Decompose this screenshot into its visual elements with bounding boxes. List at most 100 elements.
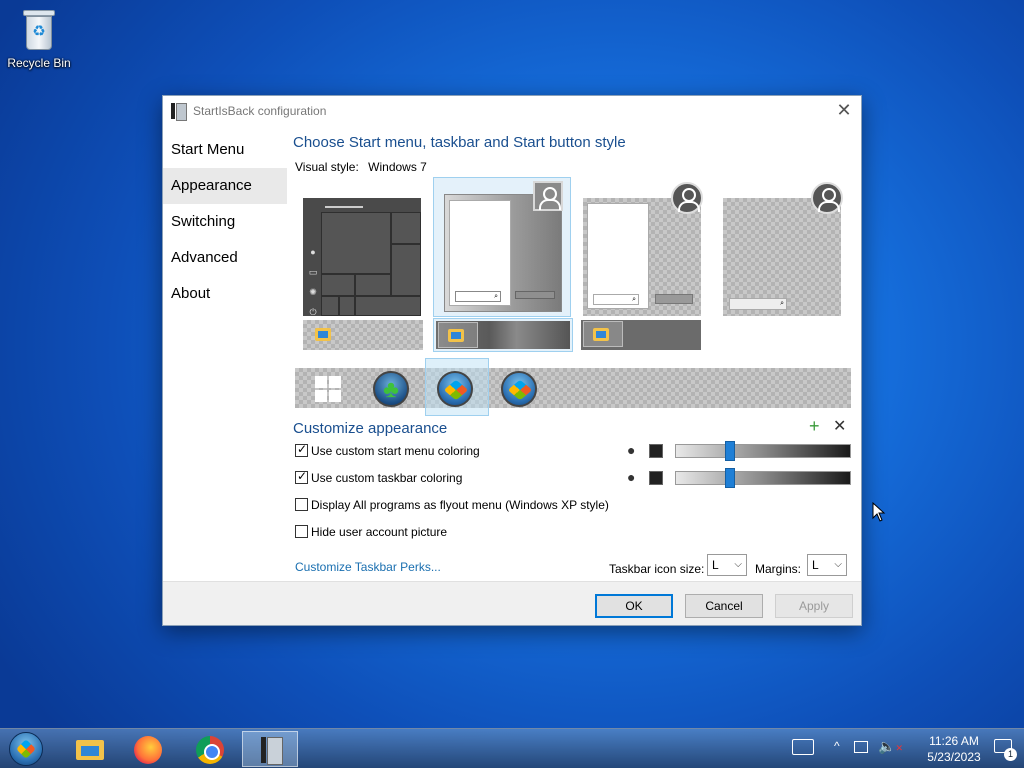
startisback-config-dialog: StartIsBack configuration ✕ Start Menu A…	[162, 95, 862, 626]
sidebar-item-switching[interactable]: Switching	[163, 204, 287, 240]
close-button[interactable]: ✕	[827, 96, 861, 126]
menu-style-plain[interactable]: ⌕	[713, 182, 851, 318]
add-icon[interactable]: +	[809, 416, 820, 437]
visual-style-row: Visual style: Windows 7	[295, 160, 427, 174]
option-hide-user-picture[interactable]: Hide user account picture	[295, 525, 447, 541]
sidebar: Start Menu Appearance Switching Advanced…	[163, 132, 287, 312]
action-center-news-icon[interactable]	[792, 739, 814, 755]
menu-style-windows-7-classic[interactable]: ⌕	[573, 182, 711, 318]
taskbar-style-2[interactable]	[433, 318, 573, 352]
menu-side-icons: ● ▭ ✺ ⏻	[307, 242, 319, 322]
sidebar-item-appearance[interactable]: Appearance	[163, 168, 287, 204]
option-custom-taskbar-coloring[interactable]: Use custom taskbar coloring	[295, 469, 462, 487]
search-icon: ⌕	[729, 298, 787, 310]
checkbox[interactable]	[295, 525, 308, 538]
start-button-windows-7[interactable]	[437, 371, 473, 407]
menu-style-windows-10[interactable]: ● ▭ ✺ ⏻	[293, 182, 431, 318]
user-picture-icon	[533, 181, 563, 211]
taskbar-style-3[interactable]	[581, 320, 701, 350]
chevron-down-icon: ⌵	[834, 559, 842, 570]
show-hidden-icons-chevron-up-icon[interactable]: ^	[834, 739, 840, 753]
window-title: StartIsBack configuration	[193, 104, 327, 118]
folder-icon	[448, 329, 464, 342]
sidebar-item-start-menu[interactable]: Start Menu	[163, 132, 287, 168]
windows-10-menu-preview: ● ▭ ✺ ⏻	[303, 198, 421, 317]
volume-muted-icon[interactable]: 🔈✕	[878, 738, 903, 755]
margins-select[interactable]: L ⌵	[807, 554, 847, 576]
apply-button[interactable]: Apply	[775, 594, 853, 618]
customize-heading: Customize appearance	[293, 420, 448, 437]
clock-time: 11:26 AM	[929, 734, 979, 748]
recycle-bin-icon: ♻	[19, 8, 59, 52]
search-icon: ⌕	[593, 294, 639, 305]
title-bar[interactable]: StartIsBack configuration ✕	[163, 96, 861, 126]
start-button-clover[interactable]	[373, 371, 409, 407]
taskbar: ^ 🔈✕ 11:26 AM 5/23/2023 1	[0, 728, 1024, 768]
clock[interactable]: 11:26 AM 5/23/2023	[926, 733, 982, 765]
start-button[interactable]	[6, 730, 46, 768]
color-drop-icon[interactable]: ●	[627, 469, 635, 485]
taskbar-opacity-slider[interactable]	[675, 468, 851, 488]
folder-icon	[593, 328, 609, 341]
checkbox[interactable]	[295, 442, 308, 457]
sidebar-item-advanced[interactable]: Advanced	[163, 240, 287, 276]
start-button-windows-7-alt[interactable]	[501, 371, 537, 407]
network-icon[interactable]	[854, 741, 868, 753]
user-icon: ●	[310, 247, 316, 257]
windows-orb-icon	[9, 732, 43, 766]
file-explorer-icon	[76, 740, 104, 760]
taskbar-style-1[interactable]	[303, 320, 423, 350]
cancel-button[interactable]: Cancel	[685, 594, 763, 618]
notifications-icon[interactable]: 1	[992, 737, 1017, 761]
sidebar-item-about[interactable]: About	[163, 276, 287, 312]
checkbox[interactable]	[295, 498, 308, 511]
taskbar-app-file-explorer[interactable]	[60, 731, 116, 767]
chrome-icon	[196, 736, 224, 764]
taskbar-app-firefox[interactable]	[120, 731, 176, 767]
option-flyout-all-programs[interactable]: Display All programs as flyout menu (Win…	[295, 498, 609, 514]
notification-count: 1	[1004, 748, 1017, 761]
remove-icon[interactable]: ✕	[833, 416, 846, 436]
search-icon: ⌕	[455, 291, 501, 302]
folder-icon	[315, 328, 331, 341]
dialog-footer: OK Cancel Apply	[163, 581, 861, 625]
start-menu-opacity-slider[interactable]	[675, 441, 851, 461]
system-tray: ^ 🔈✕ 11:26 AM 5/23/2023 1	[784, 729, 1024, 768]
windows-7-menu-preview: ⌕	[444, 181, 563, 312]
firefox-icon	[134, 736, 162, 764]
folder-icon: ▭	[308, 267, 318, 277]
option-custom-start-menu-coloring[interactable]: Use custom start menu coloring	[295, 442, 480, 460]
startisback-icon	[261, 737, 283, 765]
checkbox[interactable]	[295, 469, 308, 484]
taskbar-icon-size-label: Taskbar icon size:	[609, 562, 705, 576]
color-swatch[interactable]	[649, 471, 663, 485]
desktop-icon-label: Recycle Bin	[7, 56, 71, 70]
plain-menu-preview: ⌕	[723, 182, 843, 316]
gear-icon: ✺	[309, 287, 317, 297]
customize-taskbar-perks-link[interactable]: Customize Taskbar Perks...	[295, 560, 441, 574]
menu-style-windows-7[interactable]: ⌕	[433, 177, 571, 317]
margins-label: Margins:	[755, 562, 802, 576]
visual-style-label: Visual style:	[295, 160, 359, 174]
clock-date: 5/23/2023	[927, 750, 981, 764]
taskbar-app-startisback[interactable]	[242, 731, 298, 767]
start-button-picker	[295, 358, 851, 416]
color-drop-icon[interactable]: ●	[627, 442, 635, 458]
slider-thumb[interactable]	[725, 441, 735, 461]
startisback-app-icon	[171, 103, 187, 121]
taskbar-style-picker	[293, 318, 853, 354]
taskbar-app-chrome[interactable]	[182, 731, 238, 767]
user-picture-icon	[811, 182, 843, 214]
desktop-icon-recycle-bin[interactable]: ♻ Recycle Bin	[6, 8, 72, 70]
visual-style-value: Windows 7	[368, 160, 427, 174]
style-heading: Choose Start menu, taskbar and Start but…	[293, 134, 626, 151]
start-button-windows-10[interactable]	[315, 376, 341, 402]
chevron-down-icon: ⌵	[734, 559, 742, 570]
color-swatch[interactable]	[649, 444, 663, 458]
ok-button[interactable]: OK	[595, 594, 673, 618]
mouse-cursor-icon	[872, 502, 886, 522]
taskbar-icon-size-select[interactable]: L ⌵	[707, 554, 747, 576]
slider-thumb[interactable]	[725, 468, 735, 488]
classic-menu-preview: ⌕	[583, 182, 703, 316]
user-picture-icon	[671, 182, 703, 214]
